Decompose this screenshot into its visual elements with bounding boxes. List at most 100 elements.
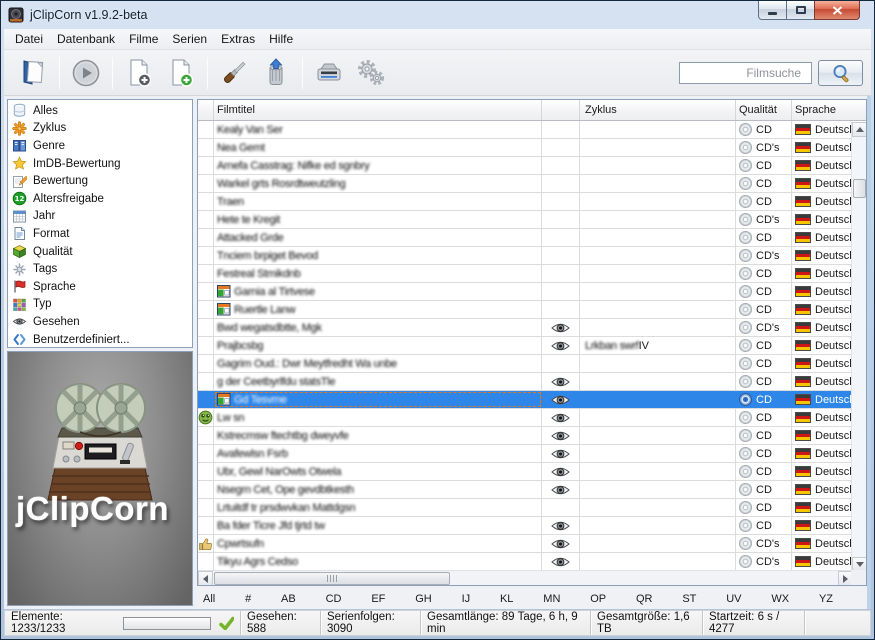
table-row[interactable]: g der Ceetbyrlfdu statsTle CD — [198, 373, 866, 391]
table-row[interactable]: Ubr, Gewl NarOwts Otwela CD — [198, 463, 866, 481]
alphabet-filter[interactable]: OP — [590, 593, 606, 605]
film-title-obscured: Traen — [217, 196, 244, 208]
table-row[interactable]: Garnia al Tirtvese CD — [198, 283, 866, 301]
sidebar-item-jahr[interactable]: Jahr — [8, 208, 192, 226]
alphabet-filter[interactable]: IJ — [462, 593, 471, 605]
table-row[interactable]: Ba fder Ticre Jfd tjrtd tw CD — [198, 517, 866, 535]
table-row[interactable]: Festreal Stmikdnb CD — [198, 265, 866, 283]
minimize-button[interactable] — [758, 1, 787, 20]
thumb-grip — [327, 575, 338, 582]
cd-icon — [739, 321, 752, 334]
table-row[interactable]: Avafewlsn Fsrb CD — [198, 445, 866, 463]
header-sprache[interactable]: Sprache — [792, 100, 867, 120]
play-button[interactable] — [68, 55, 104, 91]
alphabet-filter[interactable]: AB — [281, 593, 296, 605]
movie-group-icon — [217, 303, 231, 316]
menu-item[interactable]: Extras — [214, 30, 262, 48]
table-row[interactable]: Lrtuitdf tr prsdwvkan Mattdgsn CD — [198, 499, 866, 517]
menu-item[interactable]: Datei — [8, 30, 50, 48]
sidebar-item-imdb-bewertung[interactable]: ImDB-Bewertung — [8, 155, 192, 173]
flag-icon — [12, 279, 27, 294]
alphabet-filter[interactable]: CD — [326, 593, 342, 605]
german-flag-icon — [795, 250, 811, 261]
menu-item[interactable]: Filme — [122, 30, 165, 48]
cd-icon — [739, 357, 752, 370]
sidebar-item-benutzerdefiniert[interactable]: Benutzerdefiniert... — [8, 331, 192, 349]
new-database-button[interactable] — [15, 55, 51, 91]
vertical-scroll-thumb[interactable] — [853, 179, 866, 198]
sidebar-item-label: Genre — [33, 140, 65, 152]
header-status[interactable] — [198, 100, 214, 120]
table-row[interactable]: Ruertle Lanw CD — [198, 301, 866, 319]
close-button[interactable] — [814, 1, 860, 20]
header-viewed[interactable] — [542, 100, 580, 120]
menu-item[interactable]: Datenbank — [50, 30, 122, 48]
sidebar-item-genre[interactable]: Genre — [8, 137, 192, 155]
alphabet-filter[interactable]: KL — [500, 593, 513, 605]
search-input[interactable] — [679, 62, 812, 84]
tools-button[interactable] — [216, 55, 252, 91]
table-row[interactable]: Cpwrtsufn CD's — [198, 535, 866, 553]
table-row[interactable]: Warkel grts Rosrdtweutzling CD — [198, 175, 866, 193]
vertical-scrollbar[interactable] — [851, 122, 866, 572]
sidebar-item-format[interactable]: Format — [8, 225, 192, 243]
table-row[interactable]: Nsegrn Cet, Ope gevdbtkesth CD — [198, 481, 866, 499]
settings-button[interactable] — [353, 55, 389, 91]
sidebar-item-altersfreigabe[interactable]: 12 Altersfreigabe — [8, 190, 192, 208]
alphabet-filter[interactable]: QR — [636, 593, 653, 605]
sidebar-item-bewertung[interactable]: Bewertung — [8, 172, 192, 190]
language-label: Deutsch — [815, 124, 855, 136]
alphabet-filter[interactable]: WX — [771, 593, 789, 605]
table-row[interactable]: Tnciem brpiget Bevod CD's — [198, 247, 866, 265]
sidebar-item-tags[interactable]: Tags — [8, 260, 192, 278]
table-row[interactable]: Lw sn CD — [198, 409, 866, 427]
menu-item[interactable]: Hilfe — [262, 30, 300, 48]
sidebar-item-alles[interactable]: Alles — [8, 102, 192, 120]
table-row[interactable]: Kstrecmsw ftechtbg dweyvfe CD — [198, 427, 866, 445]
table-row[interactable]: Attacked Grde CD — [198, 229, 866, 247]
search-button[interactable] — [818, 60, 863, 86]
scroll-left-button[interactable] — [198, 571, 213, 586]
sidebar-item-qualitaet[interactable]: Qualität — [8, 243, 192, 261]
film-title-obscured: Bwd wegatsdbtte, Mgk — [217, 322, 322, 334]
add-series-button[interactable] — [163, 55, 199, 91]
alphabet-filter[interactable]: MN — [543, 593, 560, 605]
titlebar[interactable]: jClipCorn v1.9.2-beta — [1, 1, 874, 29]
sidebar-item-gesehen[interactable]: Gesehen — [8, 313, 192, 331]
sidebar-item-typ[interactable]: Typ — [8, 296, 192, 314]
alphabet-filter[interactable]: ST — [682, 593, 696, 605]
language-label: Deutsch — [815, 232, 855, 244]
alphabet-filter[interactable]: UV — [726, 593, 741, 605]
maximize-button[interactable] — [787, 1, 814, 20]
export-button[interactable] — [311, 55, 347, 91]
table-row[interactable]: Kealy Van Ser CD — [198, 121, 866, 139]
add-movie-button[interactable] — [121, 55, 157, 91]
table-row[interactable]: Tikyu Agrs Cedso CD's — [198, 553, 866, 571]
table-row[interactable]: Gagrim Oud.: Dwr Meytfredht Wa unbe CD — [198, 355, 866, 373]
table-row[interactable]: Prajbcsbg Lrkban swrf IV CD — [198, 337, 866, 355]
header-qualitaet[interactable]: Qualität — [736, 100, 792, 120]
database-icon — [12, 103, 27, 118]
scroll-up-button[interactable] — [852, 122, 867, 137]
table-row[interactable]: Arnefa Casstrag: Nifke ed sgnbry CD — [198, 157, 866, 175]
table-row[interactable]: Gd Tesvme CD — [198, 391, 866, 409]
alphabet-filter[interactable]: GH — [415, 593, 432, 605]
alphabet-filter[interactable]: YZ — [819, 593, 833, 605]
horizontal-scroll-thumb[interactable] — [214, 572, 450, 585]
horizontal-scrollbar[interactable] — [198, 570, 853, 585]
film-title-obscured: Hete te Kregit — [217, 214, 280, 226]
table-row[interactable]: Hete te Kregit CD's — [198, 211, 866, 229]
table-row[interactable]: Nea Gemt CD's — [198, 139, 866, 157]
header-zyklus[interactable]: Zyklus — [580, 100, 736, 120]
table-row[interactable]: Traen CD — [198, 193, 866, 211]
document-icon — [12, 226, 27, 241]
sidebar-item-zyklus[interactable]: Zyklus — [8, 120, 192, 138]
menu-item[interactable]: Serien — [165, 30, 214, 48]
table-row[interactable]: Bwd wegatsdbtte, Mgk CD's — [198, 319, 866, 337]
header-filmtitel[interactable]: Filmtitel — [214, 100, 542, 120]
alphabet-filter[interactable]: EF — [371, 593, 385, 605]
delete-button[interactable] — [258, 55, 294, 91]
sidebar-item-sprache[interactable]: Sprache — [8, 278, 192, 296]
alphabet-filter[interactable]: # — [245, 593, 251, 605]
alphabet-filter[interactable]: All — [203, 593, 215, 605]
